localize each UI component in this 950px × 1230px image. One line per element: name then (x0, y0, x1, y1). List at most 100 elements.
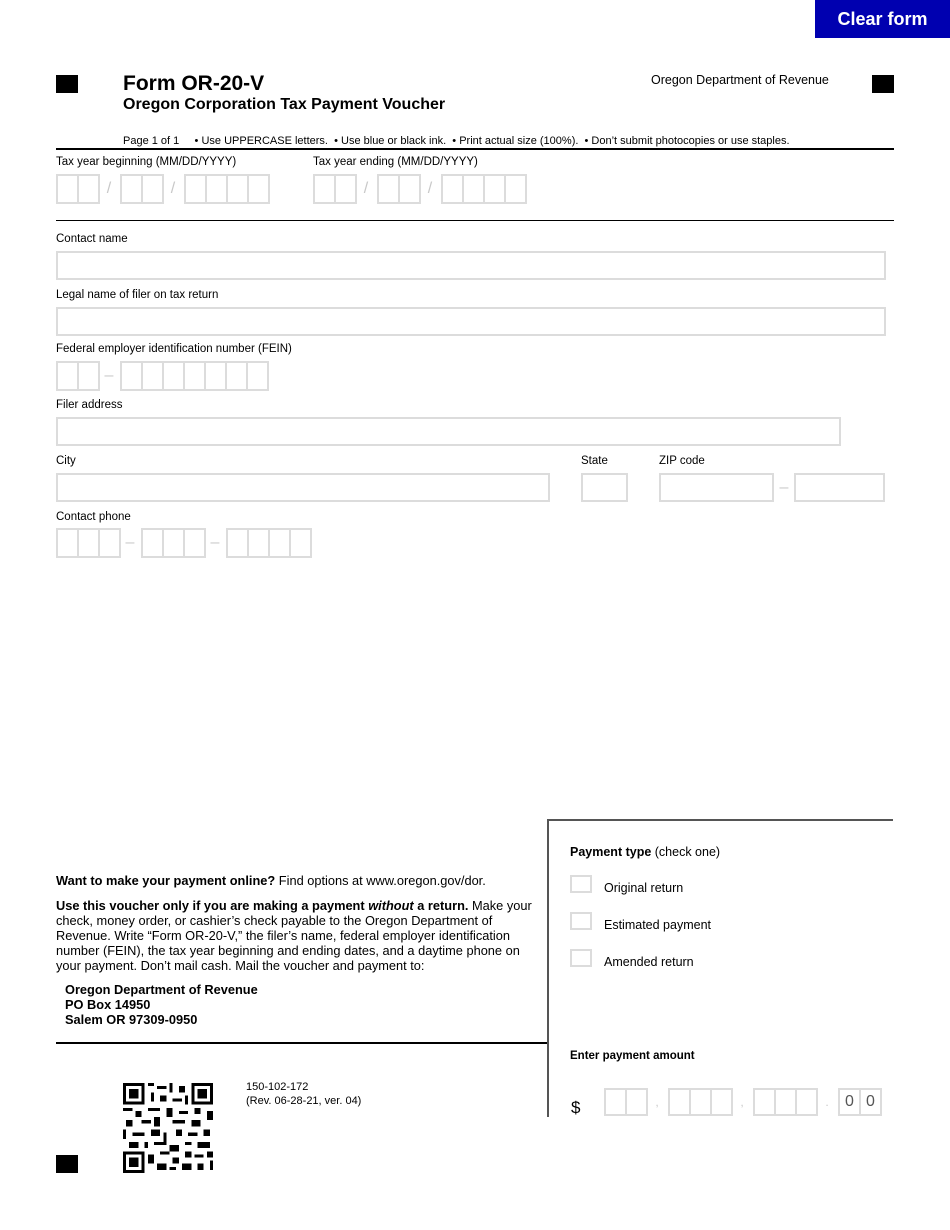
digit-cell[interactable] (226, 528, 249, 558)
digit-cell[interactable] (710, 1088, 733, 1116)
digit-cell[interactable] (56, 174, 79, 204)
contact-name-input[interactable] (56, 251, 886, 280)
checkbox[interactable] (570, 949, 592, 967)
payment-option-estimated[interactable]: Estimated payment (570, 912, 711, 932)
digit-cell[interactable] (141, 528, 164, 558)
registration-mark (56, 75, 78, 93)
digit-cell[interactable] (225, 361, 248, 391)
date-separator: / (106, 180, 112, 197)
tax-year-beginning-input[interactable]: / / (56, 174, 270, 204)
zip-extension-input[interactable] (794, 473, 885, 502)
digit-cell[interactable] (398, 174, 421, 204)
divider (56, 220, 894, 221)
digit-cell[interactable] (377, 174, 400, 204)
digit-cell[interactable] (184, 174, 207, 204)
digit-cell[interactable] (77, 528, 100, 558)
legal-name-input[interactable] (56, 307, 886, 336)
digit-cell[interactable] (795, 1088, 818, 1116)
digit-cell[interactable] (204, 361, 227, 391)
digit-cell[interactable] (205, 174, 228, 204)
option-label: Original return (604, 881, 684, 895)
form-title: Form OR-20-V (123, 72, 265, 95)
digit-cell[interactable] (226, 174, 249, 204)
digit-cell[interactable] (120, 174, 143, 204)
digit-cell[interactable] (98, 528, 121, 558)
digit-cell[interactable] (141, 174, 164, 204)
online-note-text: Find options at www.oregon.gov/dor. (275, 873, 486, 888)
thousands-separator: , (740, 1095, 744, 1109)
panel-border (547, 819, 893, 821)
digit-cell[interactable] (625, 1088, 648, 1116)
city-label: City (56, 455, 76, 467)
digit-cell[interactable] (774, 1088, 797, 1116)
divider (56, 1042, 548, 1044)
digit-cell[interactable] (668, 1088, 691, 1116)
contact-name-label: Contact name (56, 233, 128, 245)
payment-option-amended[interactable]: Amended return (570, 949, 694, 969)
date-separator: / (427, 180, 433, 197)
digit-cell[interactable] (504, 174, 527, 204)
address-line: PO Box 14950 (65, 997, 151, 1012)
panel-border (547, 819, 549, 1117)
fein-input[interactable]: – (56, 361, 269, 391)
registration-mark (56, 1155, 78, 1173)
digit-cell[interactable] (162, 528, 185, 558)
payment-amount-label: Enter payment amount (570, 1050, 695, 1062)
mailing-address: Oregon Department of Revenue PO Box 1495… (65, 982, 258, 1027)
currency-symbol: $ (571, 1098, 581, 1117)
digit-cell[interactable] (604, 1088, 627, 1116)
tax-year-ending-input[interactable]: / / (313, 174, 527, 204)
digit-cell[interactable] (462, 174, 485, 204)
online-payment-note: Want to make your payment online? Find o… (56, 873, 536, 888)
legal-name-label: Legal name of filer on tax return (56, 289, 219, 301)
digit-cell[interactable] (268, 528, 291, 558)
dash-separator: – (779, 479, 789, 496)
digit-cell[interactable] (246, 361, 269, 391)
form-number: 150-102-172 (246, 1081, 309, 1093)
thousands-separator: , (655, 1095, 659, 1109)
form-revision-info: 150-102-172 (Rev. 06-28-21, ver. 04) (246, 1080, 361, 1108)
voucher-bold: a return. (413, 898, 469, 913)
digit-cell[interactable] (56, 361, 79, 391)
digit-cell[interactable] (334, 174, 357, 204)
digit-cell[interactable] (56, 528, 79, 558)
digit-cell[interactable] (247, 174, 270, 204)
cents-cell: 0 (859, 1088, 882, 1116)
digit-cell[interactable] (313, 174, 336, 204)
checkbox[interactable] (570, 912, 592, 930)
zip-input[interactable] (659, 473, 774, 502)
digit-cell[interactable] (77, 361, 100, 391)
digit-cell[interactable] (247, 528, 270, 558)
filer-address-input[interactable] (56, 417, 841, 446)
digit-cell[interactable] (77, 174, 100, 204)
digit-cell[interactable] (183, 528, 206, 558)
digit-cell[interactable] (483, 174, 506, 204)
tax-year-ending-label: Tax year ending (MM/DD/YYYY) (313, 156, 478, 168)
digit-cell[interactable] (141, 361, 164, 391)
address-line: Oregon Department of Revenue (65, 982, 258, 997)
dash-separator: – (125, 534, 135, 551)
contact-phone-label: Contact phone (56, 511, 131, 523)
payment-amount-input[interactable]: , , . 00 (604, 1088, 882, 1116)
digit-cell[interactable] (183, 361, 206, 391)
clear-form-button[interactable]: Clear form (815, 0, 950, 38)
voucher-italic: without (368, 898, 414, 913)
voucher-bold: Use this voucher only if you are making … (56, 898, 369, 913)
digit-cell[interactable] (162, 361, 185, 391)
payment-option-original[interactable]: Original return (570, 875, 684, 895)
option-label: Amended return (604, 955, 694, 969)
state-input[interactable] (581, 473, 628, 502)
digit-cell[interactable] (689, 1088, 712, 1116)
date-separator: / (363, 180, 369, 197)
digit-cell[interactable] (120, 361, 143, 391)
city-input[interactable] (56, 473, 550, 502)
contact-phone-input[interactable]: – – (56, 528, 312, 558)
checkbox[interactable] (570, 875, 592, 893)
digit-cell[interactable] (753, 1088, 776, 1116)
voucher-instructions: Use this voucher only if you are making … (56, 898, 536, 973)
digit-cell[interactable] (289, 528, 312, 558)
digit-cell[interactable] (441, 174, 464, 204)
option-label: Estimated payment (604, 918, 711, 932)
instructions-line: Page 1 of 1 • Use UPPERCASE letters. • U… (123, 135, 790, 147)
decimal-separator: . (825, 1095, 829, 1109)
